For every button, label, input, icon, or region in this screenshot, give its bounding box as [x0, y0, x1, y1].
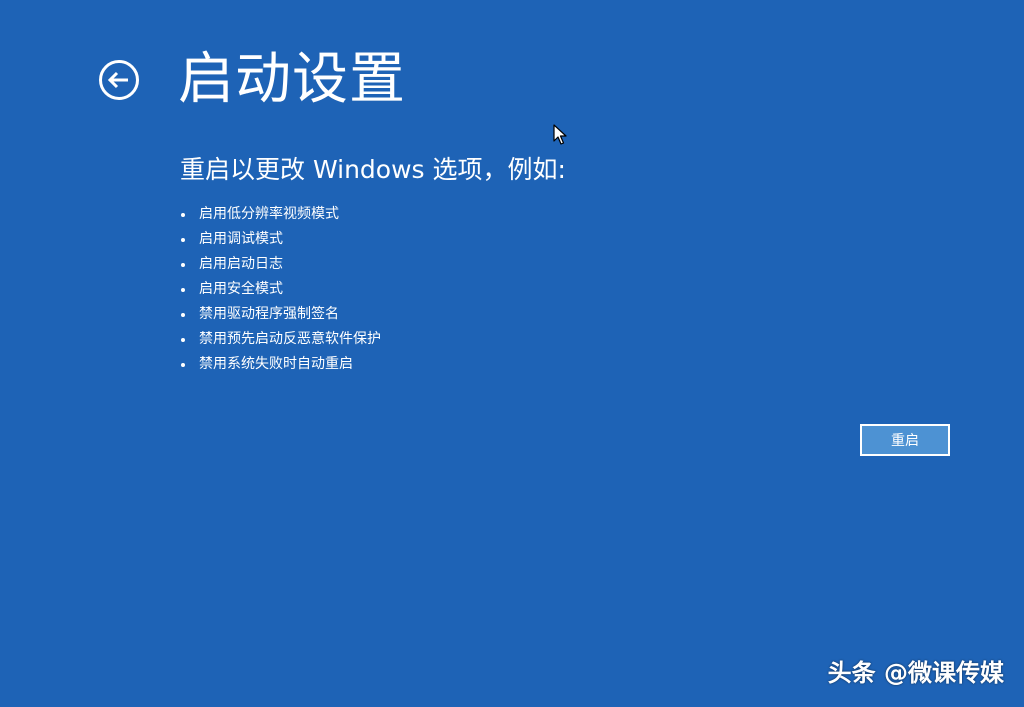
- list-item: 启用低分辨率视频模式: [181, 202, 381, 227]
- mouse-pointer-icon: [553, 124, 567, 145]
- option-label: 禁用系统失败时自动重启: [199, 356, 353, 372]
- option-label: 禁用预先启动反恶意软件保护: [199, 331, 381, 347]
- list-item: 启用安全模式: [181, 277, 381, 302]
- list-item: 禁用系统失败时自动重启: [181, 352, 381, 377]
- option-label: 启用调试模式: [199, 231, 283, 247]
- back-arrow-circle-icon: [99, 60, 139, 100]
- page-subtitle: 重启以更改 Windows 选项，例如:: [180, 155, 566, 184]
- option-label: 启用启动日志: [199, 256, 283, 272]
- bullet-icon: [181, 287, 185, 292]
- back-button[interactable]: [98, 59, 140, 101]
- bullet-icon: [181, 262, 185, 267]
- bullet-icon: [181, 362, 185, 367]
- bullet-icon: [181, 337, 185, 342]
- option-label: 启用低分辨率视频模式: [199, 206, 339, 222]
- startup-options-list: 启用低分辨率视频模式 启用调试模式 启用启动日志 启用安全模式 禁用驱动程序强制…: [181, 202, 381, 377]
- list-item: 启用调试模式: [181, 227, 381, 252]
- restart-button[interactable]: 重启: [860, 424, 950, 456]
- option-label: 启用安全模式: [199, 281, 283, 297]
- watermark-text: 头条 @微课传媒: [827, 659, 1004, 687]
- list-item: 禁用预先启动反恶意软件保护: [181, 327, 381, 352]
- bullet-icon: [181, 312, 185, 317]
- option-label: 禁用驱动程序强制签名: [199, 306, 339, 322]
- bullet-icon: [181, 212, 185, 217]
- list-item: 启用启动日志: [181, 252, 381, 277]
- bullet-icon: [181, 237, 185, 242]
- list-item: 禁用驱动程序强制签名: [181, 302, 381, 327]
- page-title: 启动设置: [178, 47, 406, 112]
